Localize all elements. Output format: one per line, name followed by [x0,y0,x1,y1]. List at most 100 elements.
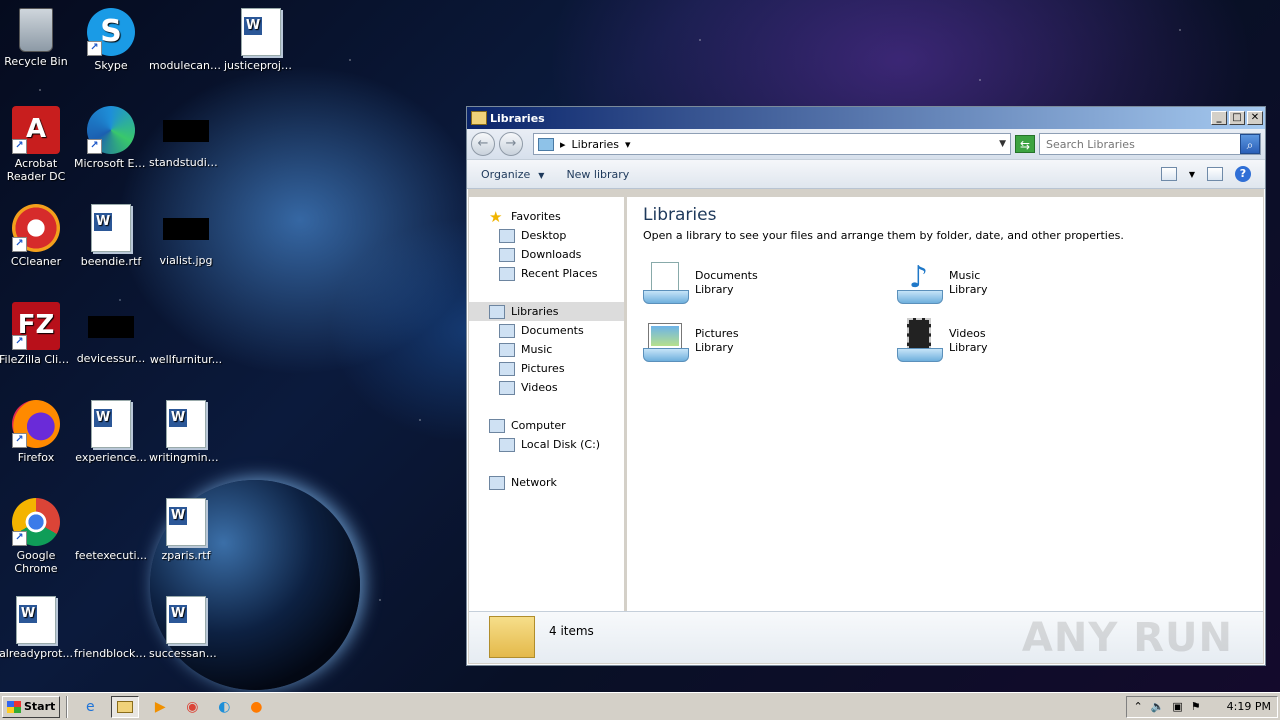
videos-library-icon [897,318,943,364]
music-icon [499,342,515,357]
nav-item-recent-places[interactable]: Recent Places [469,264,624,283]
desktop-icon-alreadyprot[interactable]: alreadyprot... [0,596,74,660]
breadcrumb-libraries[interactable]: Libraries [572,138,620,151]
minimize-button[interactable]: _ [1211,111,1227,125]
new-library-button[interactable]: New library [566,168,629,181]
desktop-icon-label: Skype [94,59,128,72]
network-tray-icon[interactable]: ▣ [1172,700,1182,713]
desktop-icon-justiceproje[interactable]: justiceproje... [223,8,299,72]
desktop-icon-friendblock[interactable]: friendblock.... [73,596,149,660]
desktop-icon-label: friendblock.... [74,647,149,660]
breadcrumb-chevron-icon[interactable]: ▾ [625,138,631,151]
library-music[interactable]: ♪ Music Library [897,260,1151,306]
explorer-taskbar-icon[interactable] [111,695,140,718]
desktop-icon-acrobat[interactable]: A Acrobat Reader DC [0,106,74,183]
view-dropdown-icon[interactable]: ▼ [1189,170,1195,179]
desktop-icon-label: successanal... [149,647,224,660]
internet-explorer-icon[interactable]: e [79,696,101,718]
library-videos[interactable]: Videos Library [897,318,1151,364]
nav-item-music[interactable]: Music [469,340,624,359]
desktop-icon-chrome[interactable]: Google Chrome [0,498,74,575]
desktop-icon-wellfurnitur[interactable]: wellfurnitur... [148,302,224,366]
desktop-icon-firefox[interactable]: Firefox [0,400,74,464]
nav-item-desktop[interactable]: Desktop [469,226,624,245]
word-document-icon [91,400,131,448]
nav-item-downloads[interactable]: Downloads [469,245,624,264]
desktop-icon-zparis[interactable]: zparis.rtf [148,498,224,562]
nav-item-documents[interactable]: Documents [469,321,624,340]
library-documents[interactable]: Documents Library [643,260,897,306]
drive-icon [499,437,515,452]
back-button[interactable]: ← [471,132,495,156]
desktop-icon-label: CCleaner [10,255,62,268]
desktop-icon-skype[interactable]: S Skype [73,8,149,72]
search-input[interactable] [1046,137,1240,151]
image-file-icon [88,316,134,338]
action-center-flag-icon[interactable]: ⚑ [1191,700,1201,713]
computer-icon [489,418,505,433]
nav-label: Favorites [511,210,561,223]
nav-label: Libraries [511,305,559,318]
title-bar[interactable]: Libraries _ □ ✕ [467,107,1265,129]
nav-item-local-disk[interactable]: Local Disk (C:) [469,435,624,454]
maximize-button[interactable]: □ [1229,111,1245,125]
media-player-icon[interactable]: ▶ [149,696,171,718]
recycle-bin-icon [19,8,53,52]
file-icon [162,302,210,350]
desktop-icon-label: Firefox [17,451,55,464]
forward-button[interactable]: → [499,132,523,156]
desktop-icon-label: Microsoft Edge [74,157,149,170]
library-name: Music [949,269,981,282]
nav-item-videos[interactable]: Videos [469,378,624,397]
breadcrumb-separator[interactable]: ▸ [560,138,566,151]
view-options-icon[interactable] [1160,167,1177,181]
desktop-icon-edge[interactable]: Microsoft Edge [73,106,149,170]
edge-taskbar-icon[interactable]: ◐ [213,696,235,718]
nav-item-libraries[interactable]: Libraries [469,302,624,321]
desktop-icon-devicessur[interactable]: devicessur... [73,302,149,365]
desktop-icon-modulecanc[interactable]: modulecanc... [148,8,224,72]
refresh-icon[interactable]: ⇆ [1015,135,1035,153]
clock[interactable]: 4:19 PM [1227,700,1271,713]
library-grid: Documents Library ♪ Music Library Pictures… [643,260,1247,364]
nav-item-computer[interactable]: Computer [469,416,624,435]
desktop-icon-successanal[interactable]: successanal... [148,596,224,660]
libraries-icon [489,304,505,319]
desktop-icon-vialist[interactable]: vialist.jpg [148,204,224,267]
desktop-icon-label: FileZilla Client [0,353,74,366]
preview-pane-icon[interactable] [1207,167,1223,181]
desktop-icon-feetexecuti[interactable]: feetexecuti... [73,498,149,562]
help-icon[interactable]: ? [1235,166,1251,182]
desktop-icon-label: Acrobat Reader DC [6,157,66,183]
videos-icon [499,380,515,395]
nav-item-favorites[interactable]: ★ Favorites [469,207,624,226]
chrome-taskbar-icon[interactable]: ◉ [181,696,203,718]
address-bar[interactable]: ▸ Libraries ▾ ▼ [533,133,1011,155]
library-type: Library [949,283,988,296]
address-dropdown-icon[interactable]: ▼ [999,139,1006,149]
organize-button[interactable]: Organize ▼ [481,168,544,181]
nav-item-pictures[interactable]: Pictures [469,359,624,378]
desktop-icon-recycle-bin[interactable]: Recycle Bin [0,8,74,68]
volume-icon[interactable]: 🔈 [1151,700,1165,713]
desktop-icon-writingminu[interactable]: writingminu... [148,400,224,464]
start-label: Start [24,700,56,713]
desktop-icon-experience[interactable]: experience... [73,400,149,464]
desktop-icon-ccleaner[interactable]: CCleaner [0,204,74,268]
nav-item-network[interactable]: Network [469,473,624,492]
organize-label: Organize [481,167,531,181]
tray-expand-icon[interactable]: ⌃ [1133,700,1142,713]
search-box[interactable]: ⌕ [1039,133,1261,155]
desktop-icon-filezilla[interactable]: FZ FileZilla Client [0,302,74,366]
start-button[interactable]: Start [2,695,61,718]
windows-logo-icon [7,700,21,713]
nav-label: Pictures [521,362,565,375]
search-icon[interactable]: ⌕ [1240,134,1260,154]
file-icon [87,498,135,546]
libraries-folder-icon [538,137,554,151]
desktop-icon-standstudie[interactable]: standstudie... [148,106,224,169]
close-button[interactable]: ✕ [1247,111,1263,125]
desktop-icon-beendie[interactable]: beendie.rtf [73,204,149,268]
firefox-taskbar-icon[interactable]: ● [245,696,267,718]
library-pictures[interactable]: Pictures Library [643,318,897,364]
